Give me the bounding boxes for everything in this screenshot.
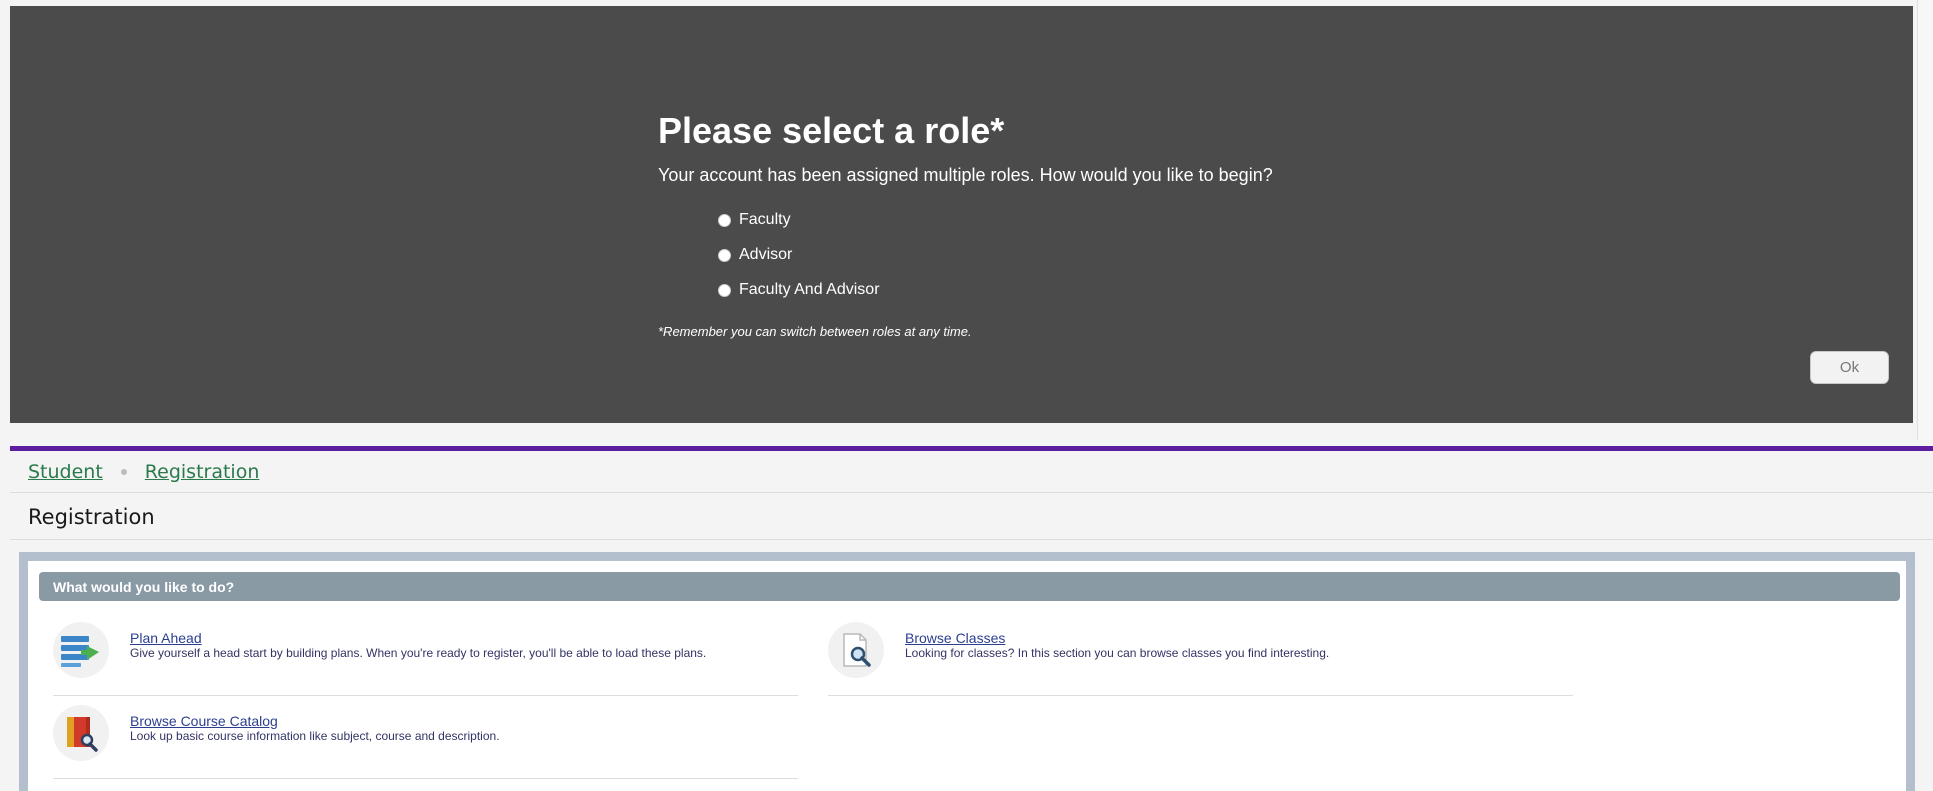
plan-ahead-description: Give yourself a head start by building p… <box>130 646 707 660</box>
role-label-advisor: Advisor <box>739 246 793 263</box>
modal-note: *Remember you can switch between roles a… <box>658 324 972 339</box>
role-select-modal: Please select a role* Your account has b… <box>10 6 1913 423</box>
role-radio-faculty-and-advisor[interactable] <box>718 283 731 297</box>
role-option-faculty-and-advisor[interactable]: Faculty And Advisor <box>718 281 880 299</box>
ok-button[interactable]: Ok <box>1810 351 1889 384</box>
browse-classes-link[interactable]: Browse Classes <box>905 630 1005 646</box>
browse-course-catalog-link[interactable]: Browse Course Catalog <box>130 713 278 729</box>
role-option-faculty[interactable]: Faculty <box>718 211 791 229</box>
plan-ahead-link[interactable]: Plan Ahead <box>130 630 202 646</box>
role-radio-faculty[interactable] <box>718 213 731 227</box>
breadcrumb-student-link[interactable]: Student <box>28 461 103 483</box>
breadcrumb-separator <box>120 468 127 475</box>
breadcrumb-registration-link[interactable]: Registration <box>145 461 260 483</box>
role-label-faculty: Faculty <box>739 211 791 228</box>
plan-ahead-icon[interactable] <box>53 622 109 678</box>
course-catalog-icon[interactable] <box>53 705 109 761</box>
panel-header: What would you like to do? <box>39 572 1900 601</box>
action-browse-classes: Browse Classes Looking for classes? In t… <box>828 616 1573 696</box>
scrollbar[interactable] <box>1917 0 1933 440</box>
modal-title: Please select a role* <box>658 110 1005 151</box>
browse-classes-icon[interactable] <box>828 622 884 678</box>
action-browse-course-catalog: Browse Course Catalog Look up basic cour… <box>53 699 798 779</box>
browse-course-catalog-description: Look up basic course information like su… <box>130 729 500 743</box>
registration-panel-body: What would you like to do? Plan Ahead Gi… <box>28 561 1906 791</box>
breadcrumb: Student Registration <box>10 451 1933 493</box>
registration-panel: What would you like to do? Plan Ahead Gi… <box>19 552 1915 791</box>
page-title: Registration <box>10 494 1933 540</box>
modal-description: Your account has been assigned multiple … <box>658 165 1273 185</box>
role-label-faculty-and-advisor: Faculty And Advisor <box>739 281 880 298</box>
browse-classes-description: Looking for classes? In this section you… <box>905 646 1330 660</box>
page: Please select a role* Your account has b… <box>0 0 1933 791</box>
role-radio-advisor[interactable] <box>718 248 731 262</box>
role-option-advisor[interactable]: Advisor <box>718 246 792 264</box>
action-plan-ahead: Plan Ahead Give yourself a head start by… <box>53 616 798 696</box>
